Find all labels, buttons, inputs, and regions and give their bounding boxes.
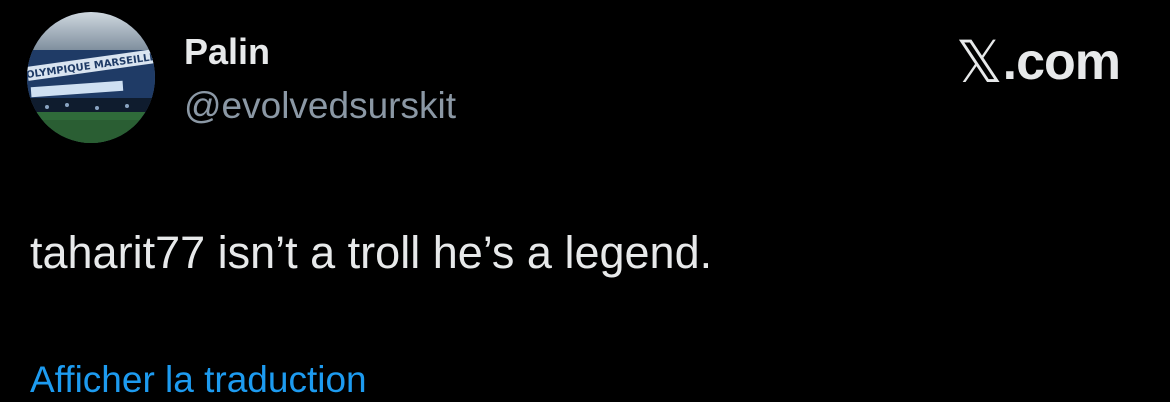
x-logo-icon: 𝕏	[955, 28, 1003, 96]
display-name[interactable]: Palin	[184, 30, 270, 74]
tweet-text: taharit77 isn’t a troll he’s a legend.	[30, 227, 713, 278]
user-handle[interactable]: @evolvedsurskit	[184, 84, 456, 128]
avatar[interactable]: OLYMPIQUE MARSEILLE	[27, 12, 155, 143]
brand-domain-suffix: .com	[1002, 33, 1121, 91]
tweet-card: OLYMPIQUE MARSEILLE Palin @evolvedsurski…	[0, 0, 1170, 400]
translate-link[interactable]: Afficher la traduction	[30, 358, 367, 402]
stadium-banner-avatar-icon: OLYMPIQUE MARSEILLE	[27, 12, 155, 143]
x-com-logo: 𝕏 .com	[955, 28, 1121, 96]
